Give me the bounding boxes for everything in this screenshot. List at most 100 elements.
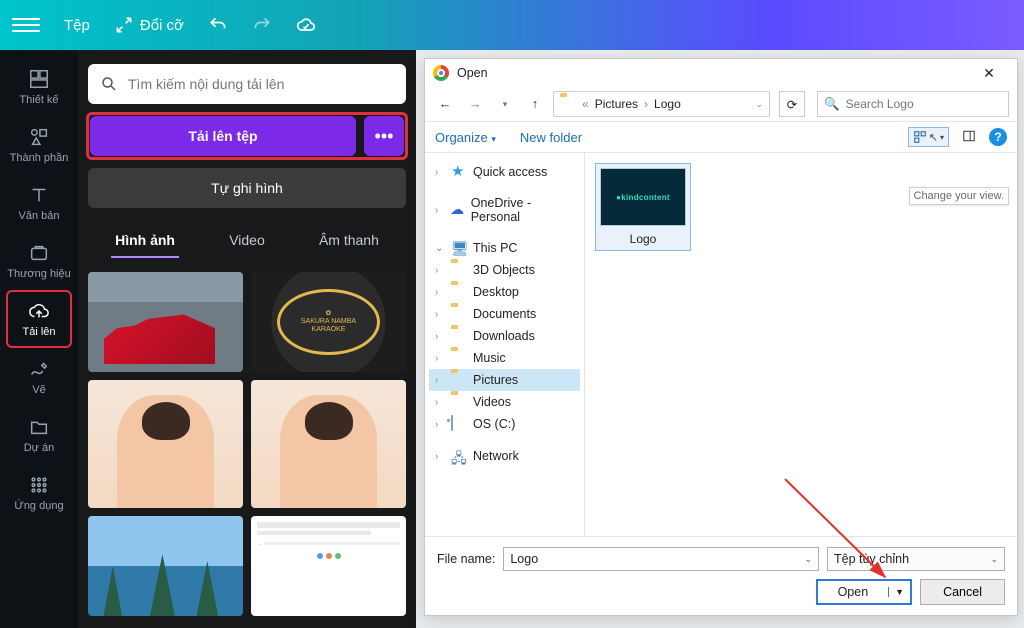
upload-thumb[interactable] [251,380,406,508]
tree-3d-objects[interactable]: ›3D Objects [429,259,580,281]
upload-thumb[interactable] [88,380,243,508]
file-name-label: Logo [630,232,657,246]
upload-thumb[interactable] [88,516,243,616]
rail-text-label: Văn bản [19,210,60,222]
refresh-button[interactable]: ⟳ [779,91,805,117]
file-list[interactable]: ●kindcontent Logo [585,153,1017,536]
tab-audio[interactable]: Âm thanh [315,224,383,258]
uploads-panel: Tải lên tệp ••• Tự ghi hình Hình ảnh Vid… [78,50,416,628]
breadcrumb-ell[interactable]: « [582,97,589,111]
rail-upload[interactable]: Tải lên [6,290,72,348]
navigation-tree: ›★Quick access ›☁OneDrive - Personal ⌄🖥T… [425,153,585,536]
tree-os-drive[interactable]: ›OS (C:) [429,413,580,435]
filetype-filter[interactable]: Tệp tùy chỉnh⌄ [827,547,1005,571]
upload-thumb[interactable]: → [251,516,406,616]
upload-thumb[interactable]: ✿SAKURA NAMBAKARAOKE [251,272,406,372]
tree-pictures[interactable]: ›Pictures [429,369,580,391]
dialog-search[interactable]: 🔍 [817,91,1009,117]
filename-label: File name: [437,552,495,566]
tree-quick-access[interactable]: ›★Quick access [429,161,580,183]
open-button[interactable]: Open ▼ [816,579,913,605]
upload-more-button[interactable]: ••• [364,116,404,156]
tab-video[interactable]: Video [225,224,269,258]
nav-up-button[interactable]: ↑ [523,92,547,116]
rail-projects[interactable]: Dự án [6,406,72,464]
nav-back-button[interactable]: ← [433,92,457,116]
nav-forward-button[interactable]: → [463,92,487,116]
rail-brand-label: Thương hiệu [7,268,71,280]
search-icon [100,75,118,93]
star-icon: ★ [451,164,467,180]
folder-icon [451,372,467,388]
file-open-dialog: Open ✕ ← → ▾ ↑ « Pictures › Logo ⌄ ⟳ 🔍 O… [424,58,1018,616]
chrome-icon [433,65,449,81]
new-folder-button[interactable]: New folder [520,130,582,145]
left-rail: Thiết kế Thành phần Văn bản Thương hiệu … [0,50,78,628]
upload-file-button[interactable]: Tải lên tệp [90,116,356,156]
folder-icon [451,394,467,410]
rail-elements[interactable]: Thành phần [6,116,72,174]
rail-projects-label: Dự án [24,442,55,454]
uploads-grid: ✿SAKURA NAMBAKARAOKE [88,272,406,616]
dialog-titlebar: Open ✕ [425,59,1017,87]
dialog-footer: File name: Logo⌄ Tệp tùy chỉnh⌄ Open ▼ C… [425,536,1017,615]
uploads-search[interactable] [88,64,406,104]
tree-music[interactable]: ›Music [429,347,580,369]
tab-images[interactable]: Hình ảnh [111,224,179,258]
tree-onedrive[interactable]: ›☁OneDrive - Personal [429,193,580,227]
menu-icon[interactable] [12,18,40,32]
rail-elements-label: Thành phần [10,152,69,164]
view-tooltip: Change your view. [909,187,1010,205]
pc-icon: 🖥 [451,240,467,256]
help-button[interactable]: ? [989,128,1007,146]
cloud-status-icon[interactable] [296,15,316,35]
rail-design[interactable]: Thiết kế [6,58,72,116]
dialog-search-input[interactable] [846,97,1002,111]
rail-upload-label: Tải lên [22,326,55,338]
tree-this-pc[interactable]: ⌄🖥This PC [429,237,580,259]
addr-dropdown-icon[interactable]: ⌄ [755,99,763,110]
file-item-logo[interactable]: ●kindcontent Logo [595,163,691,251]
view-mode-button[interactable]: ↖ ▾ [908,127,949,147]
filename-input[interactable]: Logo⌄ [503,547,819,571]
dialog-toolbar: Organize ▾ New folder ↖ ▾ ? [425,121,1017,153]
resize-menu[interactable]: Đổi cỡ [114,15,184,35]
search-icon: 🔍 [824,97,840,112]
uploads-search-input[interactable] [128,76,394,92]
tree-network[interactable]: ›🖧Network [429,445,580,467]
rail-text[interactable]: Văn bản [6,174,72,232]
upload-thumb[interactable] [88,272,243,372]
folder-icon [451,350,467,366]
rail-draw-label: Vẽ [32,384,45,396]
cancel-button[interactable]: Cancel [920,579,1005,605]
resize-label: Đổi cỡ [140,17,184,34]
tree-videos[interactable]: ›Videos [429,391,580,413]
folder-icon [451,328,467,344]
rail-brand[interactable]: Thương hiệu [6,232,72,290]
address-bar[interactable]: « Pictures › Logo ⌄ [553,91,770,117]
file-menu[interactable]: Tệp [64,17,90,34]
breadcrumb-logo[interactable]: Logo [654,97,681,111]
chevron-icon: › [644,97,648,111]
rail-design-label: Thiết kế [19,94,58,106]
media-tabs: Hình ảnh Video Âm thanh [88,224,406,258]
cursor-icon: ↖ [929,131,938,144]
folder-icon [451,306,467,322]
rail-apps[interactable]: Ứng dụng [6,464,72,522]
record-yourself-button[interactable]: Tự ghi hình [88,168,406,208]
redo-button[interactable] [252,15,272,35]
preview-pane-button[interactable] [961,129,977,146]
breadcrumb-pictures[interactable]: Pictures [595,97,638,111]
rail-draw[interactable]: Vẽ [6,348,72,406]
close-icon[interactable]: ✕ [969,65,1009,82]
undo-button[interactable] [208,15,228,35]
resize-icon [114,15,134,35]
tree-desktop[interactable]: ›Desktop [429,281,580,303]
nav-recent-button[interactable]: ▾ [493,92,517,116]
tree-documents[interactable]: ›Documents [429,303,580,325]
open-dropdown-icon[interactable]: ▼ [888,587,910,597]
dialog-nav: ← → ▾ ↑ « Pictures › Logo ⌄ ⟳ 🔍 [425,87,1017,121]
tree-downloads[interactable]: ›Downloads [429,325,580,347]
dialog-body: ›★Quick access ›☁OneDrive - Personal ⌄🖥T… [425,153,1017,536]
organize-menu[interactable]: Organize ▾ [435,130,496,145]
